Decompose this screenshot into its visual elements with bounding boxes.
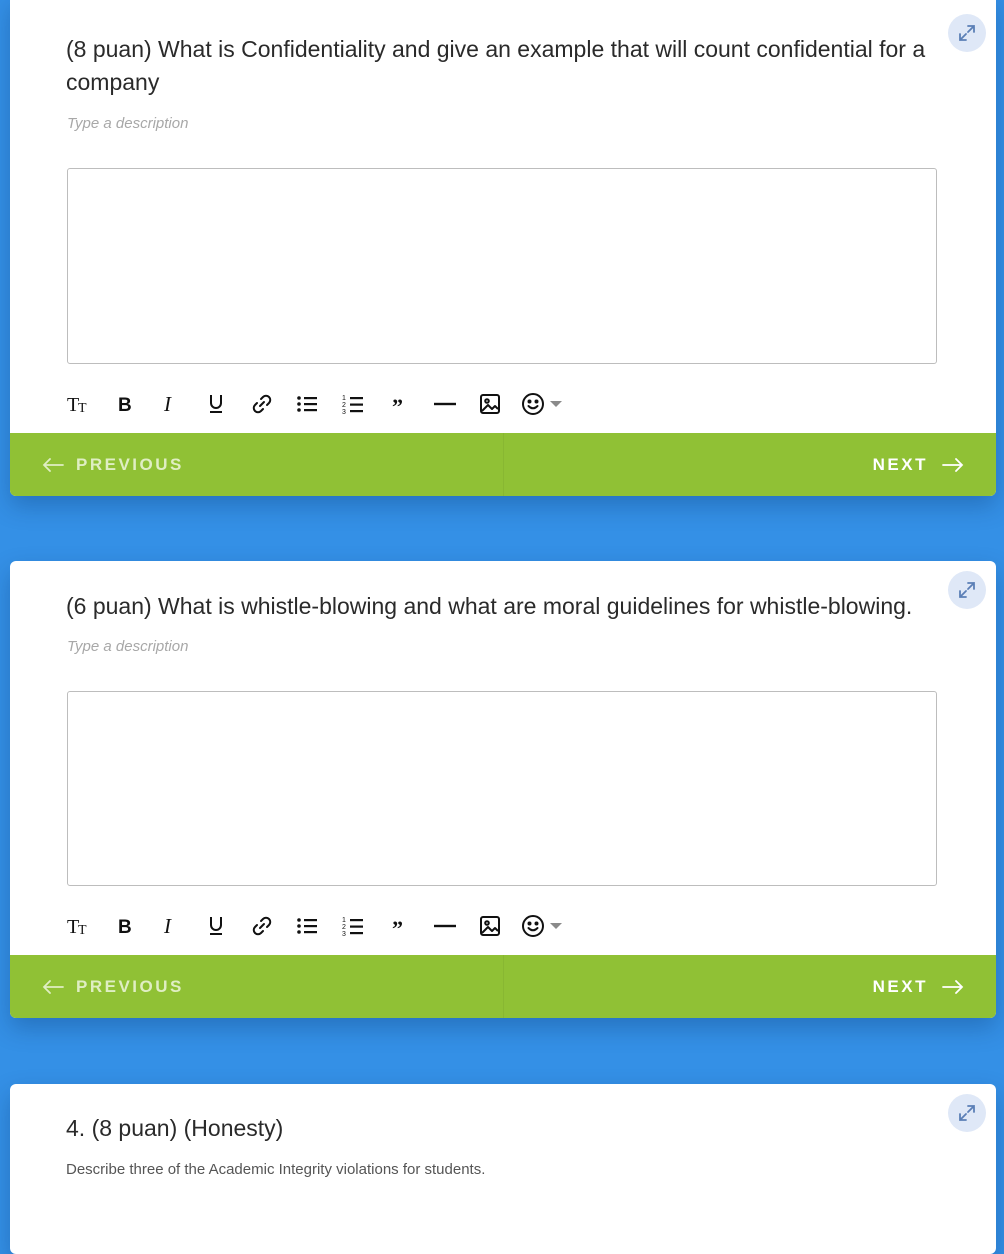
text-size-button[interactable]: TT xyxy=(62,387,96,421)
numbered-list-icon: 123 xyxy=(342,395,364,415)
underline-icon xyxy=(210,395,223,413)
arrow-right-icon xyxy=(942,979,964,994)
svg-text:2: 2 xyxy=(342,924,346,931)
svg-text:I: I xyxy=(163,916,172,936)
link-button[interactable] xyxy=(245,387,279,421)
next-label: NEXT xyxy=(872,976,928,996)
description-placeholder[interactable]: Type a description xyxy=(67,638,188,655)
emoji-button[interactable] xyxy=(519,387,565,421)
quote-button[interactable]: ” xyxy=(382,909,416,943)
link-button[interactable] xyxy=(245,909,279,943)
chevron-down-icon xyxy=(549,401,562,407)
text-size-icon: TT xyxy=(67,394,87,415)
formatting-toolbar: TT B I 123 ” xyxy=(62,909,577,943)
svg-text:”: ” xyxy=(392,918,403,934)
expand-icon xyxy=(959,25,975,41)
italic-button[interactable]: I xyxy=(153,387,187,421)
answer-editor[interactable] xyxy=(67,691,937,886)
svg-text:B: B xyxy=(118,395,132,414)
question-title: (8 puan) What is Confidentiality and giv… xyxy=(66,36,926,95)
bold-icon: B xyxy=(118,917,132,936)
underline-button[interactable] xyxy=(199,909,233,943)
navigation-bar: PREVIOUS NEXT xyxy=(10,433,996,496)
bold-button[interactable]: B xyxy=(108,909,142,943)
expand-button[interactable] xyxy=(948,1094,986,1132)
italic-icon: I xyxy=(163,394,172,414)
question-card-3: 4. (8 puan) (Honesty) Describe three of … xyxy=(10,1084,996,1254)
emoji-icon xyxy=(521,915,544,937)
bullet-list-icon xyxy=(297,396,318,412)
svg-text:3: 3 xyxy=(342,409,346,415)
expand-icon xyxy=(959,1105,975,1121)
expand-icon xyxy=(959,582,975,598)
italic-button[interactable]: I xyxy=(153,909,187,943)
numbered-list-button[interactable]: 123 xyxy=(336,909,370,943)
quote-button[interactable]: ” xyxy=(382,387,416,421)
link-icon xyxy=(252,394,271,414)
previous-label: PREVIOUS xyxy=(76,976,184,996)
arrow-right-icon xyxy=(942,457,964,472)
bold-button[interactable]: B xyxy=(108,387,142,421)
underline-button[interactable] xyxy=(199,387,233,421)
previous-label: PREVIOUS xyxy=(76,454,184,474)
underline-icon xyxy=(210,917,223,935)
text-size-button[interactable]: TT xyxy=(62,909,96,943)
italic-icon: I xyxy=(163,916,172,936)
quote-icon: ” xyxy=(392,396,403,412)
expand-button[interactable] xyxy=(948,14,986,52)
bullet-list-icon xyxy=(297,918,318,934)
navigation-bar: PREVIOUS NEXT xyxy=(10,955,996,1018)
arrow-left-icon xyxy=(42,457,64,472)
numbered-list-icon: 123 xyxy=(342,917,364,937)
previous-button[interactable]: PREVIOUS xyxy=(10,433,504,496)
emoji-button[interactable] xyxy=(519,909,565,943)
bold-icon: B xyxy=(118,395,132,414)
formatting-toolbar: TT B I 123 ” xyxy=(62,387,577,421)
link-icon xyxy=(252,916,271,936)
svg-text:T: T xyxy=(78,923,87,937)
bullet-list-button[interactable] xyxy=(290,909,324,943)
quote-icon: ” xyxy=(392,918,403,934)
description-placeholder[interactable]: Type a description xyxy=(67,115,188,132)
text-size-icon: TT xyxy=(67,916,87,937)
image-button[interactable] xyxy=(473,387,507,421)
svg-text:1: 1 xyxy=(342,395,346,402)
answer-editor[interactable] xyxy=(67,168,937,364)
next-button[interactable]: NEXT xyxy=(504,955,997,1018)
next-label: NEXT xyxy=(872,454,928,474)
svg-text:T: T xyxy=(78,401,87,415)
svg-text:B: B xyxy=(118,917,132,936)
image-button[interactable] xyxy=(473,909,507,943)
svg-text:1: 1 xyxy=(342,917,346,924)
expand-button[interactable] xyxy=(948,571,986,609)
svg-text:2: 2 xyxy=(342,402,346,409)
bullet-list-button[interactable] xyxy=(290,387,324,421)
horizontal-rule-icon xyxy=(433,924,456,928)
previous-button[interactable]: PREVIOUS xyxy=(10,955,504,1018)
question-card-1: (8 puan) What is Confidentiality and giv… xyxy=(10,0,996,496)
chevron-down-icon xyxy=(549,923,562,929)
question-card-2: (6 puan) What is whistle-blowing and wha… xyxy=(10,561,996,1018)
question-description: Describe three of the Academic Integrity… xyxy=(66,1161,486,1178)
image-icon xyxy=(480,394,501,414)
svg-text:I: I xyxy=(163,394,172,414)
horizontal-rule-button[interactable] xyxy=(428,909,462,943)
image-icon xyxy=(480,916,501,936)
next-button[interactable]: NEXT xyxy=(504,433,997,496)
svg-text:”: ” xyxy=(392,396,403,412)
horizontal-rule-icon xyxy=(433,402,456,406)
question-title: (6 puan) What is whistle-blowing and wha… xyxy=(66,593,913,619)
arrow-left-icon xyxy=(42,979,64,994)
emoji-icon xyxy=(521,393,544,415)
question-title: 4. (8 puan) (Honesty) xyxy=(66,1115,284,1141)
numbered-list-button[interactable]: 123 xyxy=(336,387,370,421)
svg-text:3: 3 xyxy=(342,931,346,937)
horizontal-rule-button[interactable] xyxy=(428,387,462,421)
